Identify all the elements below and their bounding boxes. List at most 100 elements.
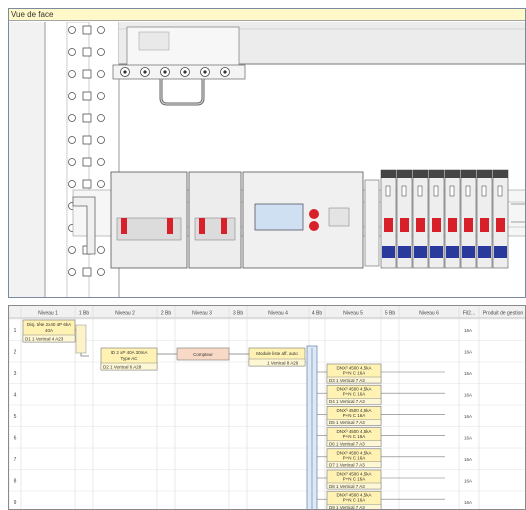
column-header: Produit de gestion [483, 311, 524, 317]
column-header: Fil2... [463, 311, 475, 317]
rail-hole-square [82, 69, 92, 79]
terminal-strip [364, 179, 380, 267]
level5-footer: D9 1 Vertical 7 A3 [329, 505, 365, 510]
row-numbers: 1 2 3 4 5 6 7 8 9 [14, 328, 17, 506]
row-number: 7 [14, 457, 17, 463]
level5-footer: D6 1 Vertical 7 A3 [329, 441, 365, 446]
row-number: 1 [14, 328, 17, 334]
screw-center [223, 70, 227, 74]
rail-hole-round [68, 114, 76, 122]
column-header: 5 Bb [385, 311, 396, 317]
module-handle [159, 79, 205, 106]
rail-hole-round [97, 70, 105, 78]
differential-switch[interactable] [188, 171, 242, 269]
rail-hole-round [68, 70, 76, 78]
level5-box[interactable]: DNX³ 4500 4,5kAP+N C 16AD7 1 Vertical 7 … [317, 448, 445, 469]
current-rating: 16A [464, 349, 472, 354]
level5-box[interactable]: DNX³ 4500 4,5kAP+N C 16AD3 1 Vertical 7 … [317, 363, 445, 384]
level1-footer: D1 1 Vertical 4 A23 [25, 337, 64, 342]
level5-footer: D3 1 Vertical 7 A3 [329, 378, 365, 383]
schematic-canvas[interactable]: Niveau 1 1 Bb Niveau 2 2 Bb Niveau 3 3 Bb Nive… [9, 306, 526, 510]
column-header: 2 Bb [161, 311, 172, 317]
front-view-panel[interactable]: Vue de face [8, 8, 526, 298]
rail-band [9, 22, 45, 297]
level5-footer: D8 1 Vertical 7 A3 [329, 484, 365, 489]
column-header: Niveau 4 [268, 311, 288, 317]
level5-box[interactable]: DNX³ 4500 4,5kAP+N C 16AD4 1 Vertical 7 … [317, 384, 445, 405]
screw-center [183, 70, 187, 74]
breaker-module[interactable] [428, 169, 445, 269]
level5-box[interactable]: DNX³ 4500 4,5kAP+N C 16AD5 1 Vertical 7 … [317, 406, 445, 426]
breaker-module[interactable] [476, 169, 493, 269]
rail-hole-round [97, 268, 105, 276]
rail-hole-round [97, 246, 105, 254]
level2-box[interactable]: ID 2 xP 40A 30mA Type AC D2 1 Vertical 6… [100, 347, 158, 371]
rail-hole-round [68, 180, 76, 188]
row-number: 2 [14, 349, 17, 355]
current-rating: 16A [464, 371, 472, 376]
rail-hole-square [82, 267, 92, 277]
current-rating: 16A [464, 328, 472, 333]
level1-line2: 40A [45, 328, 53, 333]
level5-box[interactable]: DNX³ 4500 4,5kAP+N C 16AD8 1 Vertical 7 … [317, 469, 445, 490]
rail-hole-round [97, 158, 105, 166]
column-header: Niveau 5 [343, 311, 363, 317]
rail-hole-round [68, 26, 76, 34]
current-rating: 16A [464, 500, 472, 505]
front-view-title: Vue de face [9, 9, 525, 21]
rail-hole-square [82, 113, 92, 123]
level4-footer: 1 Vertical 8 A29 [267, 361, 299, 366]
level5-footer: D7 1 Vertical 7 A3 [329, 463, 365, 468]
rail-hole-round [97, 114, 105, 122]
breaker-module[interactable] [396, 169, 413, 269]
current-rating: 16A [464, 392, 472, 397]
rail-hole-round [68, 268, 76, 276]
meter-lcd [254, 203, 304, 231]
front-view-canvas[interactable] [9, 22, 526, 298]
column-header: Niveau 6 [419, 311, 439, 317]
breaker-module[interactable] [460, 169, 477, 269]
row-number: 6 [14, 435, 17, 441]
main-switch[interactable] [110, 171, 188, 269]
column-grid [9, 306, 480, 509]
level1-line1: Disj. tête 2x40 4P 6kA [27, 322, 71, 327]
level5-box[interactable]: DNX³ 4500 4,5kAP+N C 16AD9 1 Vertical 7 … [317, 490, 445, 510]
top-module[interactable] [112, 26, 246, 106]
level4-line1: Module liste aff. auto [256, 351, 298, 356]
rail-hole-round [97, 136, 105, 144]
level5-line2: P+N C 16A [343, 498, 366, 503]
breaker-module[interactable] [412, 169, 429, 269]
level3-box[interactable]: Compteur [176, 347, 230, 361]
rail-hole-round [68, 48, 76, 56]
rail-hole-round [68, 136, 76, 144]
rail-hole-square [82, 179, 92, 189]
level5-line2: P+N C 16A [343, 434, 366, 439]
rail-hole-square [82, 157, 92, 167]
energy-meter[interactable] [242, 171, 364, 269]
current-column: 16A 16A 16A 16A 16A 16A 16A 16A 16A [464, 328, 472, 505]
rail-hole-round [68, 246, 76, 254]
schematic-panel[interactable]: Niveau 1 1 Bb Niveau 2 2 Bb Niveau 3 3 Bb Nive… [8, 305, 526, 510]
current-rating: 16A [464, 478, 472, 483]
row-number: 4 [14, 392, 17, 398]
rail-hole-round [97, 180, 105, 188]
level4-box[interactable]: Module liste aff. auto 1 Vertical 8 A29 [248, 347, 306, 367]
level5-boxes[interactable]: DNX³ 4500 4,5kAP+N C 16AD3 1 Vertical 7 … [317, 363, 445, 510]
breaker-module[interactable] [492, 169, 509, 269]
rail-hole-round [97, 92, 105, 100]
row-number: 3 [14, 371, 17, 377]
breaker-module[interactable] [380, 169, 397, 269]
level5-line2: P+N C 16A [343, 455, 366, 460]
level1-box[interactable]: Disj. tête 2x40 4P 6kA 40A D1 1 Vertical… [22, 319, 76, 343]
column-header: 1 Bb [79, 311, 90, 317]
breaker-module[interactable] [444, 169, 461, 269]
level5-footer: D4 1 Vertical 7 A3 [329, 399, 365, 404]
rail-hole-square [82, 135, 92, 145]
screw-center [123, 70, 127, 74]
level2-line1: ID 2 xP 40A 30mA [111, 350, 148, 355]
column-header: 4 Bb [312, 311, 323, 317]
current-rating: 16A [464, 414, 472, 419]
level5-box[interactable]: DNX³ 4500 4,5kAP+N C 16AD6 1 Vertical 7 … [317, 427, 445, 447]
rail-hole-square [82, 25, 92, 35]
rail-hole-round [68, 92, 76, 100]
